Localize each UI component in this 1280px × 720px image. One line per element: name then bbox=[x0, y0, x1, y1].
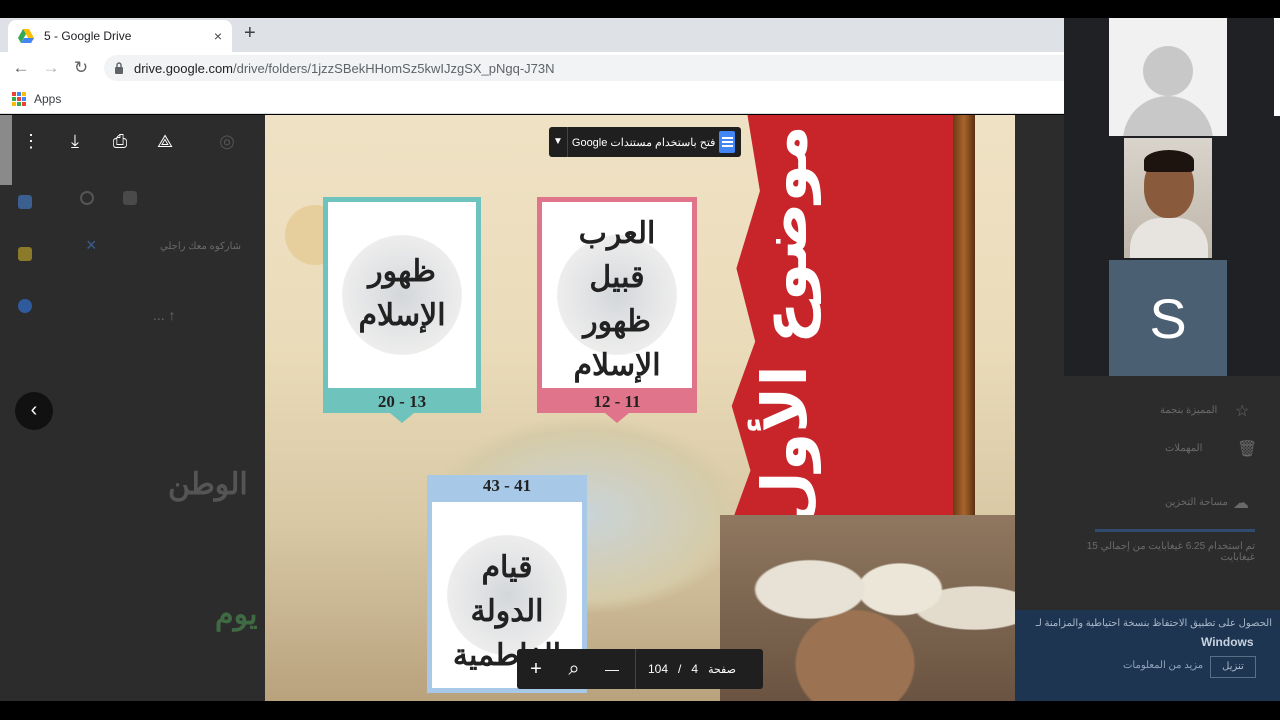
address-bar[interactable]: drive.google.com/drive/folders/1jzzSBekH… bbox=[104, 55, 1064, 81]
google-docs-icon bbox=[719, 131, 735, 153]
page-indicator: 104 / 4 صفحة bbox=[640, 662, 736, 676]
list-view-icon bbox=[123, 191, 137, 205]
starred-item: المميزة بنجمة bbox=[1160, 405, 1218, 416]
lock-icon bbox=[115, 62, 123, 74]
card-pages: 20 - 13 bbox=[323, 391, 481, 413]
card-title: العرب قبيل ظهور الإسلام bbox=[573, 216, 661, 383]
open-with-docs-button[interactable]: ▼ فتح باستخدام مستندات Google bbox=[549, 127, 741, 157]
pdf-page-image: موضوع الأول تاريخ الإسلامي ظهور الإسلام … bbox=[265, 115, 1015, 701]
add-to-drive-icon[interactable]: ⟁ bbox=[150, 131, 180, 152]
zoom-out-button[interactable]: — bbox=[593, 661, 631, 677]
avatar-icon bbox=[1143, 46, 1193, 96]
meet-edge-strip bbox=[1274, 18, 1280, 116]
cloud-icon: ☁ bbox=[1233, 495, 1249, 512]
reload-icon[interactable]: ↻ bbox=[66, 58, 96, 78]
participant-hair bbox=[1144, 150, 1194, 172]
banner-title: موضوع الأول تاريخ الإسلامي bbox=[748, 125, 821, 701]
trash-item: المهملات bbox=[1165, 443, 1203, 454]
url-path: /drive/folders/1jzzSBekHHomSz5kwIJzgSX_p… bbox=[233, 60, 555, 76]
open-with-label: فتح باستخدام مستندات Google bbox=[571, 136, 716, 149]
illustration-people bbox=[720, 515, 1015, 701]
storage-bar bbox=[1095, 529, 1255, 532]
storage-usage: تم استخدام 6.25 غيغابايت من إجمالي 15 غي… bbox=[1086, 541, 1255, 563]
tasks-icon bbox=[18, 299, 32, 313]
avatar-body bbox=[1123, 96, 1213, 136]
page-separator: / bbox=[678, 662, 682, 676]
print-icon[interactable]: ⎙ bbox=[105, 131, 135, 152]
trash-icon: 🗑 bbox=[1237, 441, 1258, 458]
card-title: ظهور الإسلام bbox=[358, 254, 446, 333]
drive-background: × شاركوه معك راجلي ↑ ... الوطن يوم ‹ ⋮ ⤓… bbox=[0, 115, 1064, 701]
sort-arrow-icon: ↑ ... bbox=[153, 307, 176, 323]
card-pages: 12 - 11 bbox=[537, 391, 697, 413]
windows-toast: الحصول على تطبيق الاحتفاظ بنسخة احتياطية… bbox=[1015, 610, 1280, 701]
ghost-check-icon: ◎ bbox=[219, 131, 235, 151]
new-tab-button[interactable]: + bbox=[244, 22, 256, 45]
page-total: 104 bbox=[648, 662, 669, 676]
download-icon[interactable]: ⤓ bbox=[60, 131, 90, 152]
previous-file-button[interactable]: ‹ bbox=[15, 392, 53, 430]
tab-strip: 5 - Google Drive × + bbox=[0, 18, 1064, 52]
keep-icon bbox=[18, 247, 32, 261]
storage-item: مساحة التخزين bbox=[1165, 497, 1228, 508]
forward-arrow-icon[interactable]: → bbox=[36, 58, 66, 78]
browser-tab[interactable]: 5 - Google Drive × bbox=[8, 20, 232, 52]
back-arrow-icon[interactable]: ← bbox=[6, 58, 36, 78]
meet-participants-panel: S bbox=[1064, 18, 1280, 376]
page-label: صفحة bbox=[708, 663, 736, 676]
bookmarks-bar: Apps bbox=[0, 84, 1064, 114]
drive-left-rail bbox=[0, 115, 12, 185]
card-pages: 43 - 41 bbox=[427, 475, 587, 497]
apps-bookmark[interactable]: Apps bbox=[34, 92, 61, 106]
ghost-folder-thumb-2: يوم bbox=[215, 598, 258, 631]
toast-title: Windows bbox=[1201, 635, 1254, 649]
ghost-folder-thumb: الوطن bbox=[168, 468, 248, 501]
participant-initial: S bbox=[1149, 286, 1187, 350]
chevron-down-icon[interactable]: ▼ bbox=[549, 127, 568, 157]
url-host: drive.google.com bbox=[134, 60, 233, 76]
info-icon bbox=[80, 191, 94, 205]
more-vert-icon[interactable]: ⋮ bbox=[16, 131, 46, 152]
chapter-card: ظهور الإسلام bbox=[323, 197, 481, 393]
card-pointer bbox=[390, 413, 414, 423]
card-pointer bbox=[605, 413, 629, 423]
participant-tile-video[interactable] bbox=[1124, 138, 1212, 258]
participant-shirt bbox=[1130, 218, 1208, 258]
zoom-divider bbox=[635, 649, 636, 689]
screen: 5 - Google Drive × + ← → ↻ drive.google.… bbox=[0, 0, 1280, 720]
zoom-icon[interactable]: ⌕ bbox=[555, 658, 593, 681]
calendar-icon bbox=[18, 195, 32, 209]
chapter-card: العرب قبيل ظهور الإسلام bbox=[537, 197, 697, 393]
page-current[interactable]: 4 bbox=[691, 662, 698, 676]
apps-grid-icon[interactable] bbox=[12, 91, 26, 106]
share-hint-text: شاركوه معك راجلي bbox=[160, 241, 242, 252]
tab-title: 5 - Google Drive bbox=[44, 29, 132, 43]
toast-text: الحصول على تطبيق الاحتفاظ بنسخة احتياطية… bbox=[1035, 618, 1272, 629]
participant-tile-avatar[interactable] bbox=[1109, 18, 1227, 136]
participant-tile-initial[interactable]: S bbox=[1109, 260, 1227, 376]
close-panel-icon: × bbox=[86, 235, 97, 255]
page-zoom-bar: + ⌕ — 104 / 4 صفحة bbox=[517, 649, 763, 689]
star-icon: ☆ bbox=[1235, 403, 1250, 420]
google-drive-icon bbox=[18, 29, 34, 43]
zoom-in-button[interactable]: + bbox=[517, 658, 555, 681]
toast-download-button[interactable]: تنزيل bbox=[1210, 656, 1256, 678]
toast-learn-more-link[interactable]: مزيد من المعلومات bbox=[1123, 660, 1203, 671]
browser-toolbar: ← → ↻ drive.google.com/drive/folders/1jz… bbox=[0, 52, 1064, 84]
tab-close-icon[interactable]: × bbox=[214, 28, 222, 44]
